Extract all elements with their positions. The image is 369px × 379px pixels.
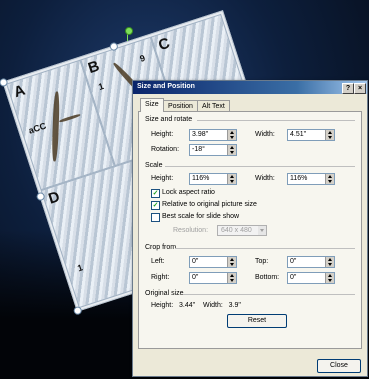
height-value: 3.98" xyxy=(192,131,209,138)
crop-bottom-value: 0" xyxy=(290,274,297,281)
width-spinner-arrows[interactable] xyxy=(325,130,334,140)
tab-size[interactable]: Size xyxy=(140,98,164,112)
height-input[interactable]: 3.98" xyxy=(189,129,237,141)
best-scale-label: Best scale for slide show xyxy=(162,213,240,220)
scale-height-spinner-arrows[interactable] xyxy=(227,174,236,184)
original-width-text: Width: 3.9" xyxy=(203,302,241,309)
crop-top-input[interactable]: 0" xyxy=(287,256,335,268)
rotation-handle[interactable] xyxy=(125,27,133,35)
section-divider xyxy=(183,294,355,295)
panel-number-d1: 1 xyxy=(76,262,85,274)
crop-bottom-spinner-arrows[interactable] xyxy=(325,273,334,283)
presentation-canvas: A aCC B 1 2 9 C D 1 Size and Position ? … xyxy=(0,0,369,379)
section-scale: Scale xyxy=(145,162,163,169)
scale-height-value: 116% xyxy=(192,175,210,182)
section-divider xyxy=(175,248,355,249)
scale-height-label: Height: xyxy=(151,175,174,182)
section-divider xyxy=(165,166,355,167)
relative-size-label: Relative to original picture size xyxy=(162,201,257,208)
scale-width-label: Width: xyxy=(255,175,275,182)
resolution-label: Resolution: xyxy=(173,227,209,234)
section-divider xyxy=(197,120,355,121)
resolution-value: 640 x 480 xyxy=(221,227,252,234)
width-input[interactable]: 4.51" xyxy=(287,129,335,141)
close-button[interactable]: Close xyxy=(317,359,361,373)
crop-left-spinner-arrows[interactable] xyxy=(227,257,236,267)
size-tab-page: Size and rotate Height: 3.98" Width: 4.5… xyxy=(138,111,362,349)
best-scale-checkbox[interactable] xyxy=(151,213,160,222)
panel-letter-d: D xyxy=(46,188,62,208)
crop-left-label: Left: xyxy=(151,258,165,265)
panel-letter-b: B xyxy=(85,57,102,78)
crop-top-label: Top: xyxy=(255,258,269,265)
original-height-text: Height: 3.44" xyxy=(151,302,196,309)
rotation-label: Rotation: xyxy=(151,146,180,153)
scale-width-value: 116% xyxy=(290,175,308,182)
panel-letter-c: C xyxy=(156,34,172,55)
crop-left-input[interactable]: 0" xyxy=(189,256,237,268)
resolution-select[interactable]: 640 x 480 xyxy=(217,225,267,236)
rotation-value: -18° xyxy=(192,146,205,153)
panel-label-acc: aCC xyxy=(27,120,48,136)
crop-right-input[interactable]: 0" xyxy=(189,272,237,284)
chevron-down-icon xyxy=(258,226,266,235)
crop-right-value: 0" xyxy=(192,274,199,281)
dialog-titlebar[interactable]: Size and Position ? × xyxy=(133,81,367,94)
size-and-position-dialog: Size and Position ? × Size Position Alt … xyxy=(132,80,368,377)
crop-top-spinner-arrows[interactable] xyxy=(325,257,334,267)
height-spinner-arrows[interactable] xyxy=(227,130,236,140)
dialog-title: Size and Position xyxy=(137,83,195,90)
scale-height-input[interactable]: 116% xyxy=(189,173,237,185)
section-size-and-rotate: Size and rotate xyxy=(145,116,193,123)
help-button[interactable]: ? xyxy=(342,83,354,94)
lock-aspect-label: Lock aspect ratio xyxy=(162,189,215,196)
width-value: 4.51" xyxy=(290,131,307,138)
scale-width-input[interactable]: 116% xyxy=(287,173,335,185)
crop-bottom-label: Bottom: xyxy=(255,274,280,281)
crop-right-spinner-arrows[interactable] xyxy=(227,273,236,283)
section-crop-from: Crop from xyxy=(145,244,177,251)
relative-size-checkbox[interactable]: ✓ xyxy=(151,201,160,210)
rotation-input[interactable]: -18° xyxy=(189,144,237,156)
crop-bottom-input[interactable]: 0" xyxy=(287,272,335,284)
panel-number-9: 9 xyxy=(138,52,147,64)
height-label: Height: xyxy=(151,131,174,138)
crop-left-value: 0" xyxy=(192,258,199,265)
panel-number-1: 1 xyxy=(97,80,106,92)
crop-top-value: 0" xyxy=(290,258,297,265)
close-icon[interactable]: × xyxy=(354,83,366,94)
rotation-spinner-arrows[interactable] xyxy=(227,145,236,155)
reset-button[interactable]: Reset xyxy=(227,314,287,328)
section-original-size: Original size xyxy=(145,290,184,297)
crop-right-label: Right: xyxy=(151,274,170,281)
scale-width-spinner-arrows[interactable] xyxy=(325,174,334,184)
lock-aspect-checkbox[interactable]: ✓ xyxy=(151,189,160,198)
width-label: Width: xyxy=(255,131,275,138)
panel-letter-a: A xyxy=(11,81,28,102)
